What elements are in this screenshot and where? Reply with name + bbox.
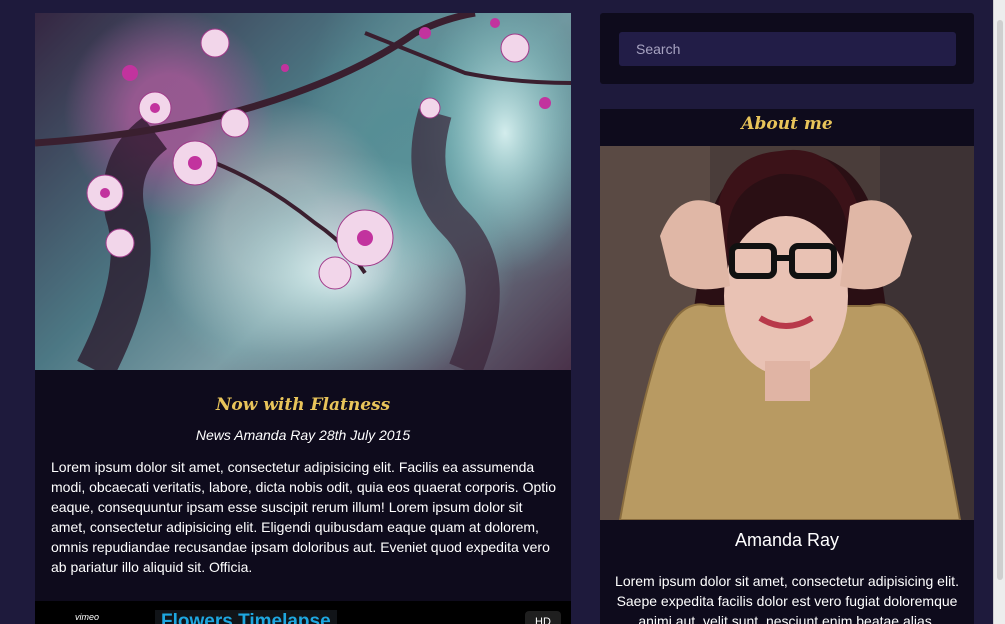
about-name: Amanda Ray	[734, 530, 840, 550]
post-body: Lorem ipsum dolor sit amet, consectetur …	[51, 459, 557, 575]
about-body: Lorem ipsum dolor sit amet, consectetur …	[615, 573, 959, 624]
search-widget	[600, 13, 974, 84]
video-title[interactable]: Flowers Timelapse	[155, 610, 337, 624]
post-image	[35, 13, 571, 370]
page: Now with Flatness News Amanda Ray 28th J…	[0, 0, 1005, 624]
post-meta: News Amanda Ray 28th July 2015	[195, 427, 411, 443]
avatar	[600, 146, 974, 520]
portrait-icon	[600, 146, 974, 520]
cherry-blossom-icon	[35, 13, 571, 370]
scrollbar-thumb[interactable]	[997, 20, 1003, 580]
search-input[interactable]	[619, 32, 956, 66]
blog-post: Now with Flatness News Amanda Ray 28th J…	[35, 13, 571, 624]
vimeo-logo: vimeo	[75, 612, 100, 622]
video-hd-badge[interactable]: HD	[525, 611, 561, 624]
about-title: About me	[741, 114, 833, 134]
video-embed[interactable]: vimeo Flowers Timelapse HD	[35, 601, 571, 624]
scrollbar[interactable]	[993, 0, 1005, 624]
post-title[interactable]: Now with Flatness	[35, 395, 571, 415]
about-widget: About me Amanda Ray Lorem ipsum dolor si…	[600, 109, 974, 624]
